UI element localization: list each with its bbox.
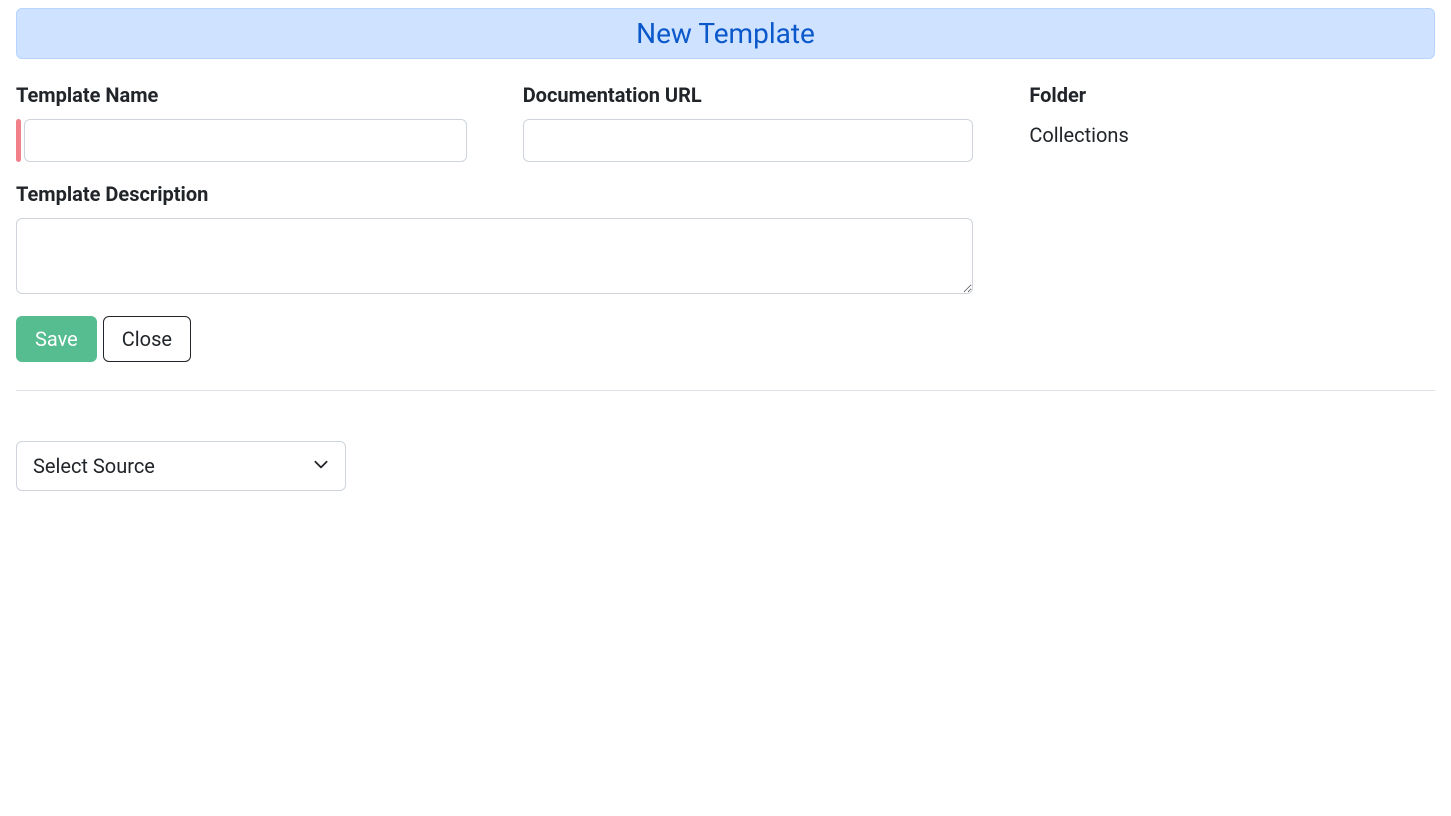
validation-indicator (16, 119, 21, 162)
source-select-label: Select Source (33, 454, 155, 478)
page-title: New Template (33, 17, 1418, 50)
folder-value: Collections (1029, 123, 1435, 147)
template-description-input[interactable] (16, 218, 973, 294)
documentation-url-input[interactable] (523, 119, 974, 162)
header-banner: New Template (16, 8, 1435, 59)
template-name-label: Template Name (16, 83, 467, 107)
source-select-dropdown: Select Source (16, 441, 346, 491)
folder-group: Folder Collections (1029, 83, 1435, 162)
template-name-input-wrap (16, 119, 467, 162)
folder-label: Folder (1029, 83, 1435, 107)
template-name-group: Template Name (16, 83, 467, 162)
documentation-url-label: Documentation URL (523, 83, 974, 107)
template-name-input[interactable] (24, 119, 467, 162)
documentation-url-group: Documentation URL (523, 83, 974, 162)
template-description-group: Template Description (16, 182, 973, 294)
save-button[interactable]: Save (16, 316, 97, 362)
action-buttons: Save Close (16, 316, 1435, 362)
form-grid: Template Name Documentation URL Folder C… (16, 83, 1435, 294)
close-button[interactable]: Close (103, 316, 191, 362)
template-description-label: Template Description (16, 182, 973, 206)
source-select-toggle[interactable]: Select Source (16, 441, 346, 491)
section-divider (16, 390, 1435, 391)
